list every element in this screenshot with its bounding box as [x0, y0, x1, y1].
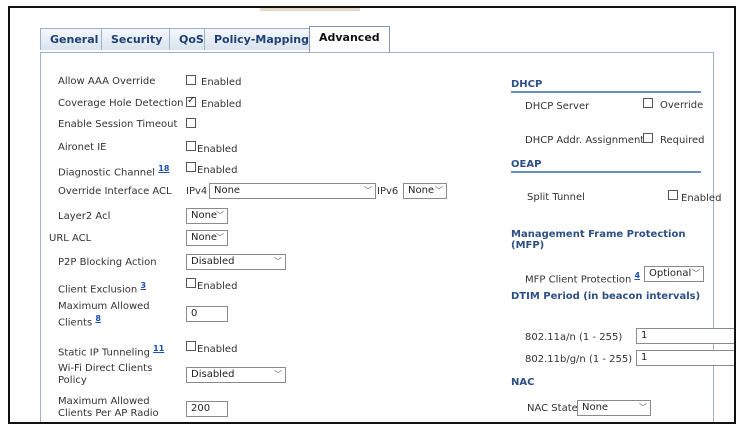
chevron-down-icon: ﹀ — [216, 233, 224, 242]
aironet-ie-checkbox[interactable] — [186, 141, 196, 151]
dhcp-addr-required-checkbox[interactable] — [643, 133, 653, 143]
oeap-section-title: OEAP — [511, 159, 542, 170]
tab-policy-mapping[interactable]: Policy-Mapping — [204, 28, 320, 50]
allow-aaa-override-enabled-label: Enabled — [201, 77, 242, 88]
dtim-a-input[interactable]: 1 — [636, 328, 734, 344]
dhcp-server-override-checkbox[interactable] — [643, 98, 653, 108]
dhcp-addr-required-label: Required — [660, 135, 705, 146]
max-per-radio-label-2: Clients Per AP Radio — [58, 408, 159, 419]
client-exclusion-enabled-label: Enabled — [197, 281, 238, 292]
max-clients-input[interactable]: 0 — [186, 306, 228, 322]
mfp-help-link[interactable]: 4 — [635, 271, 641, 280]
tab-general[interactable]: General — [40, 28, 109, 50]
chevron-down-icon: ﹀ — [216, 211, 224, 220]
override-acl-label: Override Interface ACL — [58, 186, 172, 197]
coverage-hole-checkbox[interactable] — [186, 95, 196, 107]
chevron-down-icon: ﹀ — [692, 269, 700, 278]
chevron-down-icon: ﹀ — [274, 370, 282, 379]
nac-section-title: NAC — [511, 377, 535, 388]
mfp-client-select[interactable]: Optional ﹀ — [644, 266, 704, 282]
ipv6-label: IPv6 — [377, 186, 399, 197]
static-ip-checkbox[interactable] — [186, 341, 196, 351]
chevron-down-icon: ﹀ — [435, 186, 443, 195]
dtim-b-label: 802.11b/g/n (1 - 255) — [525, 354, 633, 365]
dtim-section-title: DTIM Period (in beacon intervals) — [511, 291, 701, 302]
split-tunnel-checkbox[interactable] — [668, 190, 678, 200]
max-clients-label-1: Maximum Allowed — [58, 301, 150, 312]
allow-aaa-override-checkbox[interactable] — [186, 75, 196, 85]
client-exclusion-help-link[interactable]: 3 — [140, 281, 146, 290]
mfp-section-title: Management Frame Protection (MFP) — [511, 229, 686, 251]
tab-content: Allow AAA Override Enabled Coverage Hole… — [40, 53, 734, 422]
split-tunnel-label: Split Tunnel — [527, 192, 585, 203]
dhcp-server-override-label: Override — [660, 100, 704, 111]
url-acl-select[interactable]: None ﹀ — [186, 230, 228, 246]
dtim-b-input[interactable]: 1 — [636, 350, 734, 366]
client-exclusion-checkbox[interactable] — [186, 278, 196, 288]
nac-state-select[interactable]: None ﹀ — [577, 400, 651, 416]
diagnostic-channel-enabled-label: Enabled — [197, 165, 238, 176]
wifi-direct-label-2: Policy — [58, 375, 87, 386]
aironet-ie-enabled-label: Enabled — [197, 144, 238, 155]
oeap-section-divider — [511, 171, 701, 173]
max-clients-help-link[interactable]: 8 — [95, 314, 101, 323]
wifi-direct-select[interactable]: Disabled ﹀ — [186, 367, 286, 383]
allow-aaa-override-label: Allow AAA Override — [58, 76, 156, 87]
session-timeout-label: Enable Session Timeout — [58, 119, 178, 130]
max-clients-label-2: Clients 8 — [58, 314, 101, 329]
tab-advanced[interactable]: Advanced — [309, 26, 390, 52]
dhcp-section-title: DHCP — [511, 79, 543, 90]
diagnostic-channel-help-link[interactable]: 18 — [158, 164, 169, 173]
chevron-down-icon: ﹀ — [639, 403, 647, 412]
tab-bar: General Security QoS Policy-Mapping Adva… — [40, 24, 714, 53]
max-per-radio-input[interactable]: 200 — [186, 401, 228, 417]
ipv6-acl-select[interactable]: None ﹀ — [403, 183, 447, 199]
mfp-client-label: MFP Client Protection 4 — [525, 271, 641, 286]
ipv4-label: IPv4 — [186, 186, 208, 197]
top-decoration — [260, 8, 360, 11]
ipv4-acl-select[interactable]: None ﹀ — [209, 183, 376, 199]
layer2-acl-label: Layer2 Acl — [58, 211, 111, 222]
layer2-acl-select[interactable]: None ﹀ — [186, 208, 228, 224]
static-ip-label: Static IP Tunneling 11 — [58, 344, 165, 359]
session-timeout-checkbox[interactable] — [186, 118, 196, 128]
wifi-direct-label-1: Wi-Fi Direct Clients — [58, 363, 153, 374]
dhcp-addr-label: DHCP Addr. Assignment — [525, 135, 645, 146]
tab-security[interactable]: Security — [101, 28, 173, 50]
diagnostic-channel-checkbox[interactable] — [186, 162, 196, 172]
diagnostic-channel-label: Diagnostic Channel 18 — [58, 164, 170, 179]
dhcp-section-divider — [511, 91, 701, 93]
dhcp-server-label: DHCP Server — [525, 101, 590, 112]
max-per-radio-label-1: Maximum Allowed — [58, 396, 150, 407]
split-tunnel-enabled-label: Enabled — [681, 193, 722, 204]
coverage-hole-label: Coverage Hole Detection — [58, 98, 184, 109]
p2p-blocking-label: P2P Blocking Action — [58, 257, 157, 268]
client-exclusion-label: Client Exclusion 3 — [58, 281, 147, 296]
chevron-down-icon: ﹀ — [364, 186, 372, 195]
p2p-blocking-select[interactable]: Disabled ﹀ — [186, 254, 286, 270]
coverage-hole-enabled-label: Enabled — [201, 99, 242, 110]
nac-state-label: NAC State — [527, 403, 578, 414]
chevron-down-icon: ﹀ — [274, 257, 282, 266]
static-ip-enabled-label: Enabled — [197, 344, 238, 355]
url-acl-label: URL ACL — [49, 233, 92, 244]
dtim-a-label: 802.11a/n (1 - 255) — [525, 332, 623, 343]
window-frame: General Security QoS Policy-Mapping Adva… — [8, 6, 736, 424]
static-ip-help-link[interactable]: 11 — [153, 344, 164, 353]
aironet-ie-label: Aironet IE — [58, 142, 107, 153]
